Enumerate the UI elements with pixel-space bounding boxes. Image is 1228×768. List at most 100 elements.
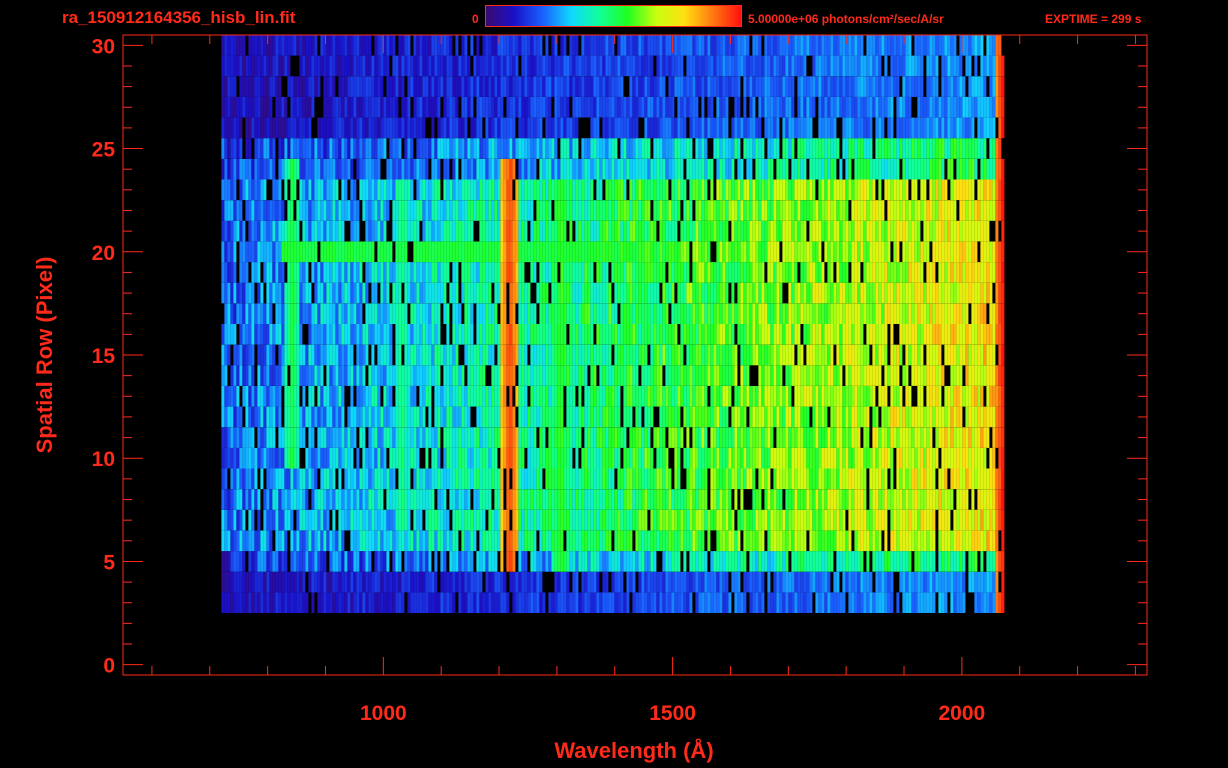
heatmap-cell bbox=[905, 241, 909, 263]
heatmap-cell bbox=[740, 489, 744, 510]
heatmap-cell bbox=[581, 530, 585, 552]
heatmap-cell bbox=[416, 592, 420, 613]
heatmap-cell bbox=[599, 179, 603, 201]
heatmap-cell bbox=[806, 447, 810, 469]
heatmap-cell bbox=[896, 220, 900, 242]
heatmap-cell bbox=[656, 489, 660, 510]
heatmap-cell bbox=[362, 324, 366, 345]
heatmap-cell bbox=[917, 200, 921, 221]
heatmap-cell bbox=[584, 447, 588, 469]
heatmap-cell bbox=[668, 282, 672, 304]
heatmap-cell bbox=[512, 592, 516, 613]
heatmap-cell bbox=[839, 386, 843, 407]
heatmap-cell bbox=[887, 551, 891, 572]
heatmap-cell bbox=[569, 509, 573, 531]
heatmap-cell bbox=[749, 220, 753, 242]
heatmap-cell bbox=[731, 468, 735, 490]
heatmap-cell bbox=[644, 551, 648, 572]
heatmap-cell bbox=[878, 179, 882, 201]
heatmap-cell bbox=[329, 447, 333, 469]
heatmap-cell bbox=[956, 592, 960, 613]
heatmap-cell bbox=[599, 386, 603, 407]
heatmap-cell bbox=[662, 509, 666, 531]
heatmap-cell bbox=[644, 179, 648, 201]
heatmap-cell bbox=[722, 241, 726, 263]
heatmap-cell bbox=[938, 386, 942, 407]
heatmap-cell bbox=[275, 282, 279, 304]
heatmap-cell bbox=[290, 509, 294, 531]
heatmap-cell bbox=[398, 489, 402, 510]
heatmap-cell bbox=[443, 406, 447, 428]
heatmap-cell bbox=[908, 571, 912, 593]
heatmap-cell bbox=[695, 592, 699, 613]
heatmap-cell bbox=[536, 365, 540, 386]
heatmap-cell bbox=[251, 220, 255, 242]
heatmap-cell bbox=[758, 344, 762, 366]
heatmap-cell bbox=[950, 571, 954, 593]
heatmap-cell bbox=[539, 592, 543, 613]
heatmap-cell bbox=[878, 592, 882, 613]
heatmap-cell bbox=[662, 220, 666, 242]
heatmap-cell bbox=[614, 571, 618, 593]
heatmap-cell bbox=[848, 324, 852, 345]
heatmap-cell bbox=[689, 303, 693, 324]
heatmap-cell bbox=[320, 509, 324, 531]
heatmap-cell bbox=[416, 406, 420, 428]
heatmap-cell bbox=[320, 530, 324, 552]
heatmap-cell bbox=[620, 241, 624, 263]
heatmap-cell bbox=[857, 427, 861, 448]
heatmap-cell bbox=[779, 262, 783, 283]
heatmap-cell bbox=[899, 509, 903, 531]
heatmap-cell bbox=[350, 530, 354, 552]
heatmap-cell bbox=[476, 489, 480, 510]
heatmap-cell bbox=[314, 262, 318, 283]
heatmap-cell bbox=[884, 262, 888, 283]
heatmap-cell bbox=[575, 262, 579, 283]
heatmap-cell bbox=[989, 509, 993, 531]
heatmap-cell bbox=[719, 509, 723, 531]
heatmap-cell bbox=[695, 489, 699, 510]
heatmap-cell bbox=[797, 427, 801, 448]
heatmap-cell bbox=[686, 592, 690, 613]
heatmap-cell bbox=[761, 386, 765, 407]
heatmap-cell bbox=[341, 262, 345, 283]
heatmap-cell bbox=[854, 447, 858, 469]
heatmap-cell bbox=[401, 179, 405, 201]
heatmap-cell bbox=[962, 200, 966, 221]
heatmap-cell bbox=[926, 571, 930, 593]
heatmap-cell bbox=[716, 427, 720, 448]
heatmap-cell bbox=[560, 282, 564, 304]
heatmap-cell bbox=[344, 489, 348, 510]
heatmap-cell bbox=[341, 303, 345, 324]
heatmap-cell bbox=[872, 282, 876, 304]
heatmap-cell bbox=[416, 241, 420, 263]
heatmap-cell bbox=[539, 468, 543, 490]
heatmap-cell bbox=[344, 551, 348, 572]
heatmap-cell bbox=[746, 241, 750, 263]
heatmap-cell bbox=[452, 530, 456, 552]
heatmap-cell bbox=[260, 551, 264, 572]
heatmap-cell bbox=[1001, 468, 1005, 490]
heatmap-cell bbox=[401, 489, 405, 510]
heatmap-cell bbox=[542, 427, 546, 448]
heatmap-cell bbox=[983, 241, 987, 263]
heatmap-cell bbox=[644, 406, 648, 428]
heatmap-cell bbox=[476, 179, 480, 201]
heatmap-cell bbox=[275, 447, 279, 469]
heatmap-cell bbox=[515, 509, 519, 531]
heatmap-cell bbox=[932, 324, 936, 345]
heatmap-cell bbox=[479, 571, 483, 593]
heatmap-cell bbox=[506, 530, 510, 552]
heatmap-cell bbox=[242, 427, 246, 448]
heatmap-cell bbox=[878, 427, 882, 448]
heatmap-cell bbox=[317, 200, 321, 221]
heatmap-cell bbox=[650, 262, 654, 283]
heatmap-cell bbox=[902, 551, 906, 572]
heatmap-cell bbox=[917, 427, 921, 448]
heatmap-cell bbox=[452, 427, 456, 448]
heatmap-cell bbox=[782, 447, 786, 469]
heatmap-cell bbox=[986, 324, 990, 345]
heatmap-cell bbox=[902, 262, 906, 283]
heatmap-cell bbox=[521, 220, 525, 242]
heatmap-cell bbox=[722, 406, 726, 428]
